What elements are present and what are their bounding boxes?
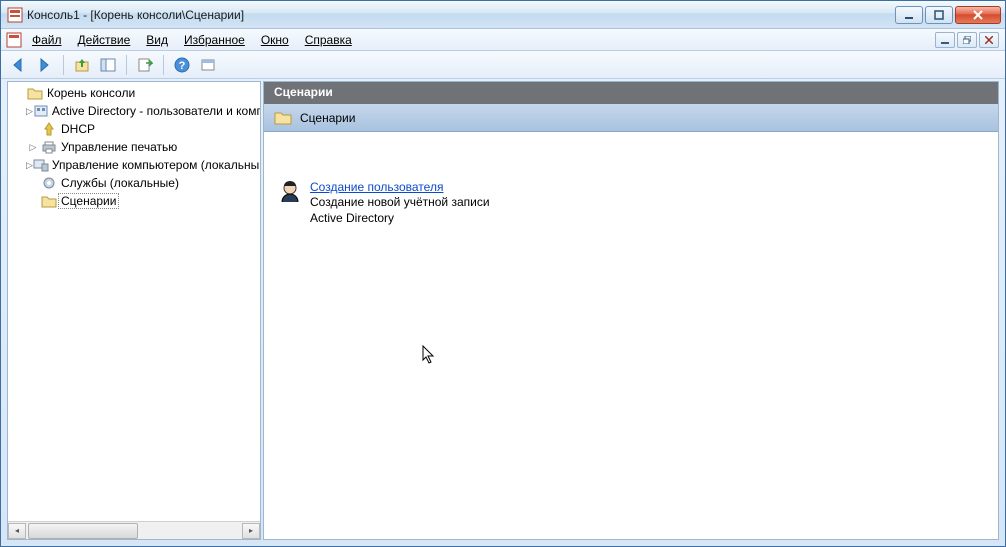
content-area: Корень консоли ▷ Active Directory - поль…: [7, 81, 999, 540]
tree-panel: Корень консоли ▷ Active Directory - поль…: [7, 81, 261, 540]
main-header: Сценарии: [264, 82, 998, 104]
cursor-icon: [422, 345, 436, 365]
menu-view[interactable]: Вид: [139, 31, 175, 49]
menu-window[interactable]: Окно: [254, 31, 296, 49]
sub-header[interactable]: Сценарии: [264, 104, 998, 132]
main-panel: Сценарии Сценарии Создание пользователя …: [263, 81, 999, 540]
folder-icon: [26, 86, 44, 100]
tree-root[interactable]: Корень консоли: [8, 84, 260, 102]
titlebar: Консоль1 - [Корень консоли\Сценарии]: [1, 1, 1005, 29]
folder-icon: [40, 194, 58, 208]
create-user-link[interactable]: Создание пользователя: [310, 180, 443, 194]
tree-item-scenarios[interactable]: Сценарии: [8, 192, 260, 210]
app-icon: [7, 7, 23, 23]
dhcp-icon: [40, 122, 58, 136]
tree-item-computer-mgmt[interactable]: ▷ Управление компьютером (локальный): [8, 156, 260, 174]
tree-item-print[interactable]: ▷ Управление печатью: [8, 138, 260, 156]
menubar: Файл Действие Вид Избранное Окно Справка: [1, 29, 1005, 51]
export-list-button[interactable]: [133, 53, 157, 77]
scroll-thumb[interactable]: [28, 523, 138, 539]
tree-label: Управление компьютером (локальный): [49, 157, 261, 173]
window-title: Консоль1 - [Корень консоли\Сценарии]: [27, 8, 895, 22]
mdi-close-button[interactable]: [979, 32, 999, 48]
scroll-track[interactable]: [26, 523, 242, 539]
mmc-icon: [5, 32, 23, 48]
minimize-button[interactable]: [895, 6, 923, 24]
expander-icon[interactable]: ▷: [26, 106, 33, 117]
menu-help[interactable]: Справка: [298, 31, 359, 49]
printer-icon: [40, 140, 58, 154]
menu-favorites[interactable]: Избранное: [177, 31, 252, 49]
menu-file[interactable]: Файл: [25, 31, 69, 49]
mdi-restore-button[interactable]: [957, 32, 977, 48]
tree-label: Службы (локальные): [58, 175, 182, 191]
user-avatar-icon: [278, 180, 302, 204]
separator: [126, 55, 127, 75]
tree-label: Корень консоли: [44, 85, 138, 101]
show-hide-tree-button[interactable]: [96, 53, 120, 77]
task-item: Создание пользователя Создание новой учё…: [278, 180, 998, 226]
tree-label: Active Directory - пользователи и компью…: [49, 103, 261, 119]
tree-label: Управление печатью: [58, 139, 180, 155]
maximize-button[interactable]: [925, 6, 953, 24]
gear-icon: [40, 176, 58, 190]
window-controls: [895, 6, 1001, 24]
tree-label: DHCP: [58, 121, 98, 137]
back-button[interactable]: [7, 53, 31, 77]
task-description-line2: Active Directory: [310, 210, 490, 226]
close-button[interactable]: [955, 6, 1001, 24]
tree-item-ad[interactable]: ▷ Active Directory - пользователи и комп…: [8, 102, 260, 120]
new-window-button[interactable]: [196, 53, 220, 77]
main-body: Создание пользователя Создание новой учё…: [264, 132, 998, 539]
forward-button[interactable]: [33, 53, 57, 77]
sub-header-label: Сценарии: [300, 111, 355, 125]
horizontal-scrollbar[interactable]: ◂ ▸: [8, 521, 260, 539]
expander-icon[interactable]: ▷: [26, 142, 40, 153]
menu-action[interactable]: Действие: [71, 31, 138, 49]
separator: [63, 55, 64, 75]
help-button[interactable]: ?: [170, 53, 194, 77]
mdi-minimize-button[interactable]: [935, 32, 955, 48]
tree-label: Сценарии: [58, 193, 119, 209]
tree: Корень консоли ▷ Active Directory - поль…: [8, 82, 260, 210]
tree-item-dhcp[interactable]: DHCP: [8, 120, 260, 138]
scroll-left-button[interactable]: ◂: [8, 523, 26, 539]
folder-icon: [274, 110, 292, 126]
scroll-right-button[interactable]: ▸: [242, 523, 260, 539]
ad-icon: [33, 104, 49, 118]
tree-item-services[interactable]: Службы (локальные): [8, 174, 260, 192]
up-level-button[interactable]: [70, 53, 94, 77]
separator: [163, 55, 164, 75]
expander-icon[interactable]: ▷: [26, 160, 33, 171]
task-description-line1: Создание новой учётной записи: [310, 194, 490, 210]
toolbar: ?: [1, 51, 1005, 79]
computer-mgmt-icon: [33, 158, 49, 172]
svg-text:?: ?: [179, 60, 186, 72]
app-window: Консоль1 - [Корень консоли\Сценарии] Фай…: [0, 0, 1006, 547]
